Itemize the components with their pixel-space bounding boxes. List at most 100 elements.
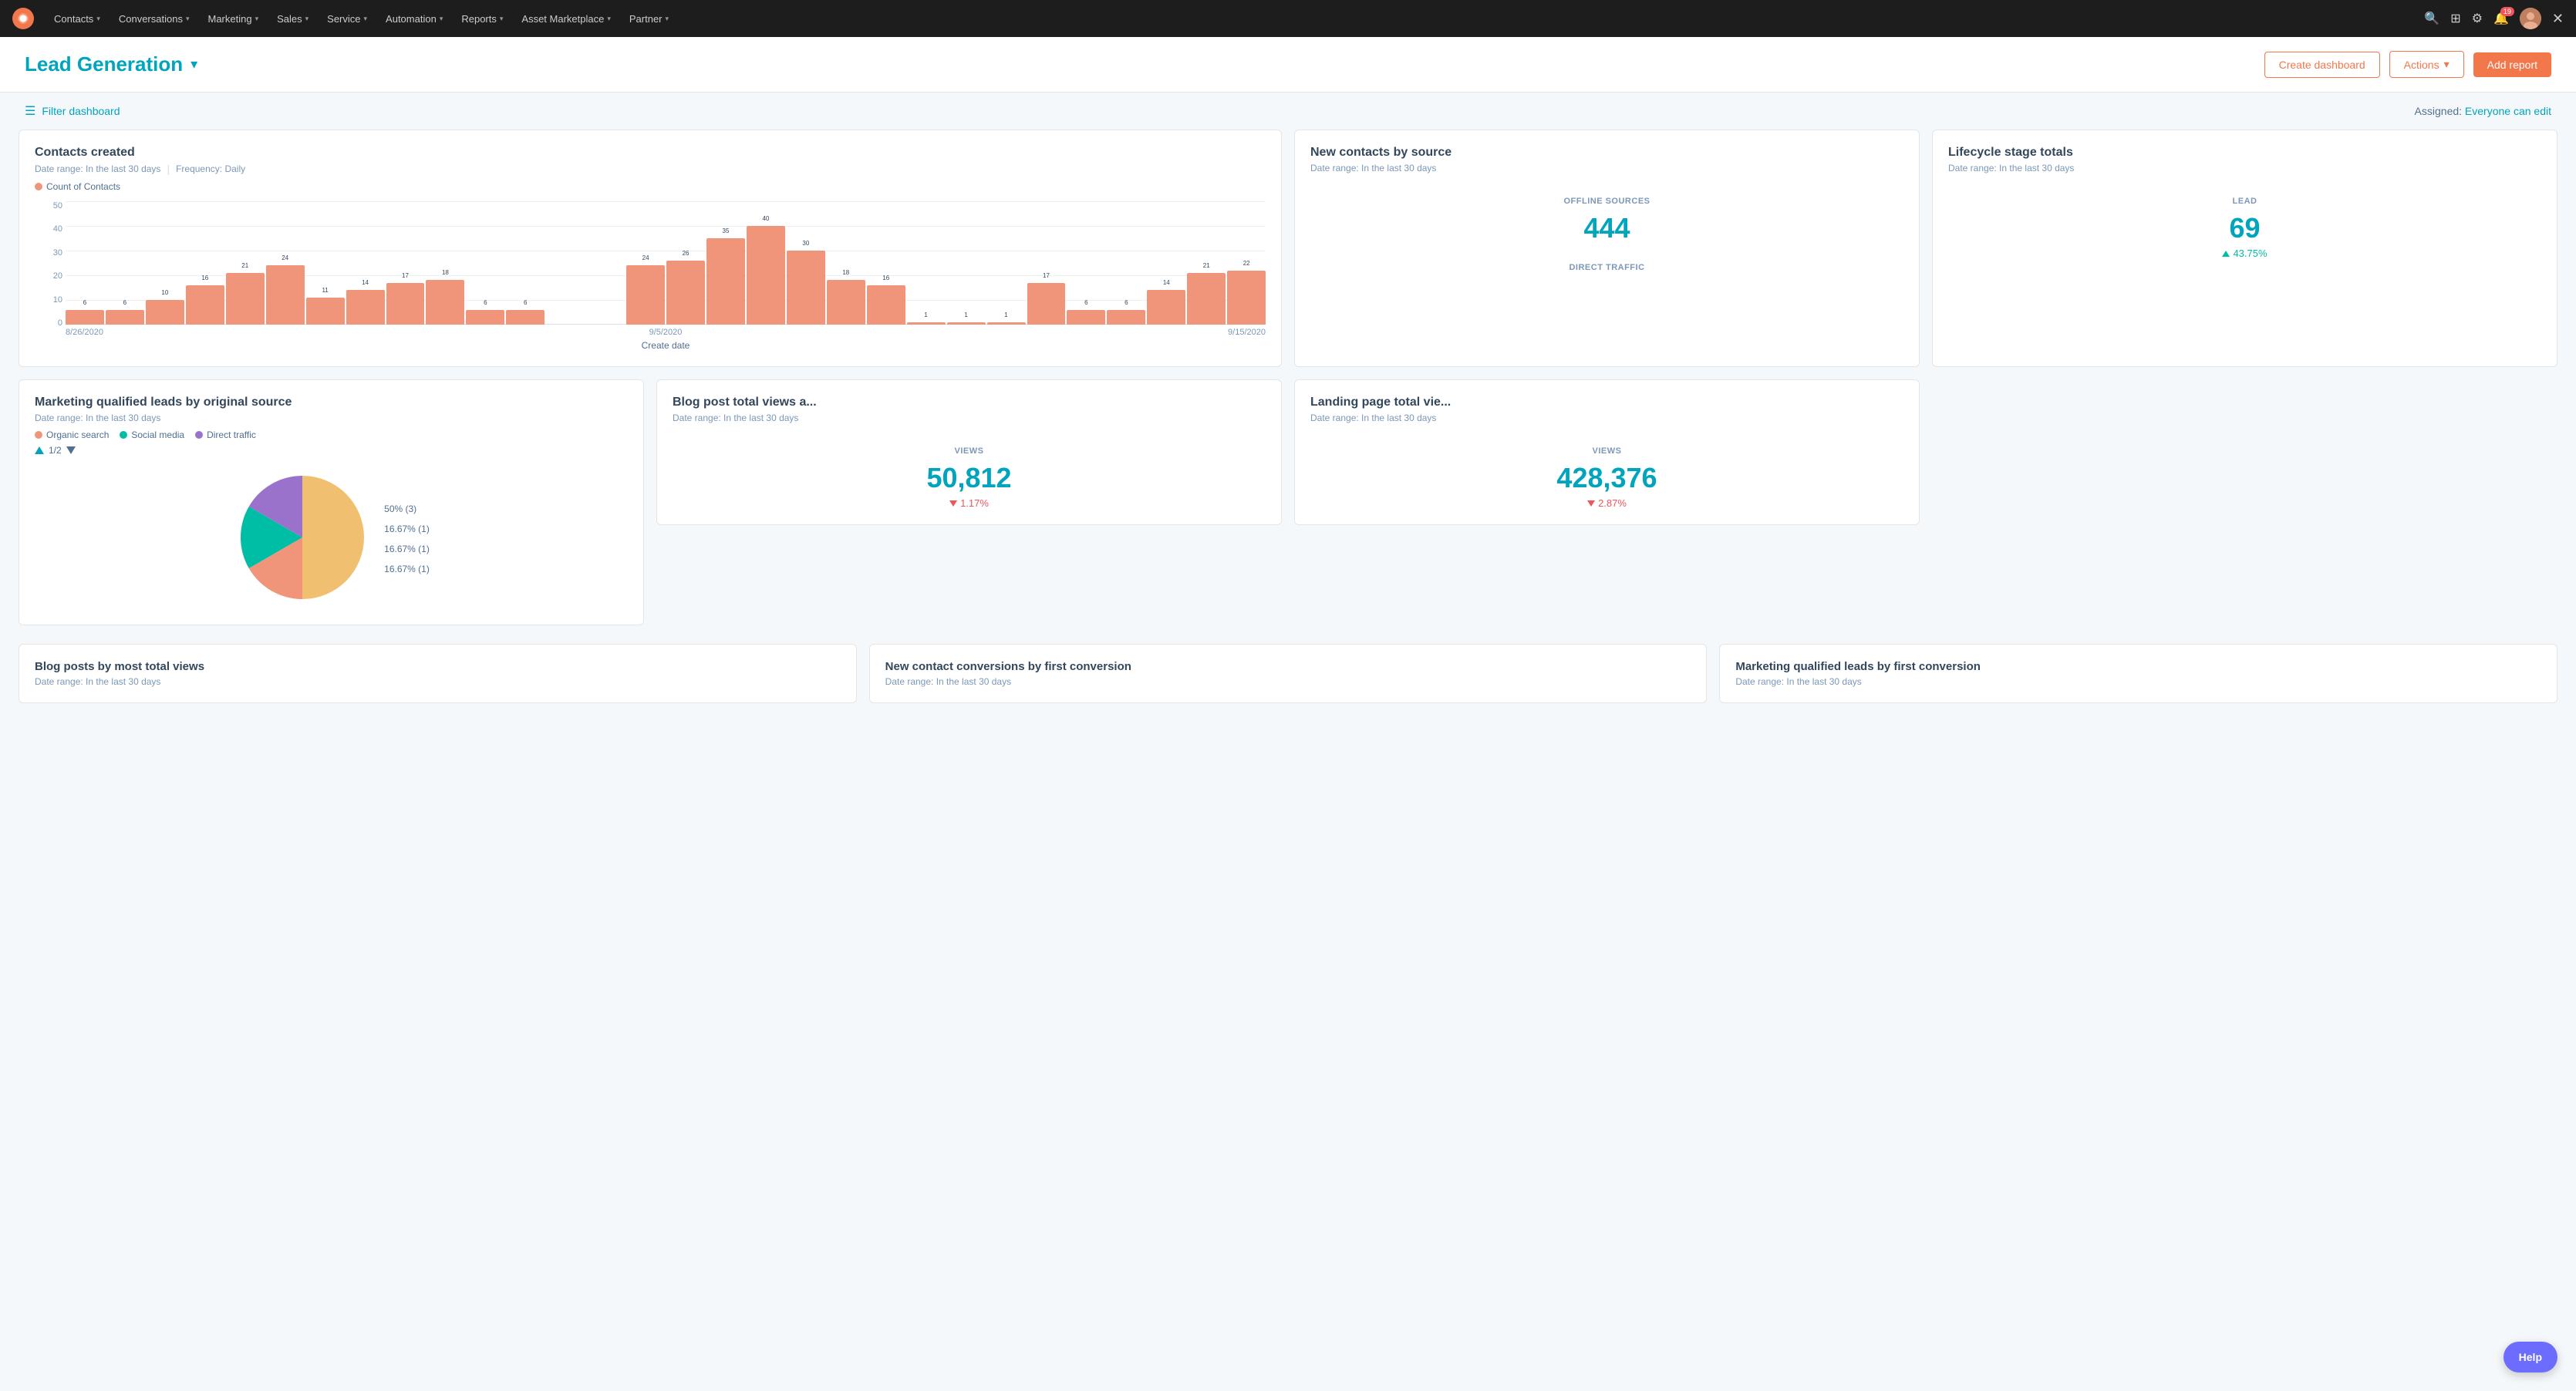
- direct-traffic-legend: Direct traffic: [195, 429, 256, 440]
- bar-19[interactable]: 18: [827, 280, 865, 325]
- page-header: Lead Generation ▾ Create dashboard Actio…: [0, 37, 2576, 93]
- landing-views-value: 428,376: [1310, 462, 1903, 494]
- nav-automation[interactable]: Automation▾: [378, 10, 450, 28]
- bar-27[interactable]: 14: [1147, 290, 1185, 325]
- bottom-row: Blog posts by most total views Date rang…: [0, 644, 2576, 722]
- bar-20[interactable]: 16: [867, 285, 905, 325]
- notification-badge: 19: [2500, 7, 2514, 16]
- offline-sources-value: 444: [1310, 212, 1903, 244]
- avatar[interactable]: [2520, 8, 2541, 29]
- settings-icon[interactable]: ⚙: [2472, 11, 2483, 26]
- nav-right-actions: 🔍 ⊞ ⚙ 🔔 19 ✕: [2424, 8, 2564, 29]
- pagination-next-icon[interactable]: [66, 446, 76, 454]
- bars-container: 6610162124111417186624263540301816111176…: [66, 201, 1266, 325]
- bar-10[interactable]: 6: [466, 310, 504, 325]
- offline-sources-label: OFFLINE SOURCES: [1310, 197, 1903, 206]
- lead-label: LEAD: [1948, 197, 2541, 206]
- bar-16[interactable]: 35: [706, 238, 745, 325]
- nav-marketing[interactable]: Marketing▾: [200, 10, 266, 28]
- x-axis-title: Create date: [66, 340, 1266, 351]
- lead-value: 69: [1948, 212, 2541, 244]
- pie-label-16-3: 16.67% (1): [384, 564, 430, 574]
- blog-views-subtitle: Date range: In the last 30 days: [673, 413, 1266, 423]
- direct-traffic-label: DIRECT TRAFFIC: [1310, 263, 1903, 272]
- bar-17[interactable]: 40: [747, 226, 785, 325]
- help-button[interactable]: Help: [2504, 1342, 2557, 1372]
- bar-21[interactable]: 1: [907, 322, 946, 325]
- bar-9[interactable]: 18: [426, 280, 464, 325]
- landing-views-subtitle: Date range: In the last 30 days: [1310, 413, 1903, 423]
- nav-sales[interactable]: Sales▾: [269, 10, 316, 28]
- bar-26[interactable]: 6: [1107, 310, 1145, 325]
- hubspot-logo[interactable]: [12, 8, 34, 29]
- pie-label-50: 50% (3): [384, 504, 430, 514]
- nav-contacts[interactable]: Contacts▾: [46, 10, 108, 28]
- mql-source-card: Marketing qualified leads by original so…: [19, 379, 644, 625]
- assigned-section: Assigned: Everyone can edit: [2415, 105, 2551, 117]
- new-contact-conversions-title: New contact conversions by first convers…: [885, 660, 1691, 673]
- pagination-prev-icon[interactable]: [35, 446, 44, 454]
- contacts-legend-dot: [35, 183, 42, 190]
- organic-search-legend: Organic search: [35, 429, 109, 440]
- bar-8[interactable]: 17: [386, 283, 425, 325]
- contacts-chart: 50 40 30 20 10 0 66101621241114171: [35, 201, 1266, 351]
- contacts-date-range: Date range: In the last 30 days: [35, 163, 160, 174]
- grid-icon[interactable]: ⊞: [2450, 11, 2460, 26]
- bar-23[interactable]: 1: [987, 322, 1026, 325]
- filter-bar: ☰ Filter dashboard Assigned: Everyone ca…: [0, 93, 2576, 130]
- blog-views-value: 50,812: [673, 462, 1266, 494]
- pie-label-16-2: 16.67% (1): [384, 544, 430, 554]
- blog-most-views-subtitle: Date range: In the last 30 days: [35, 676, 841, 687]
- bar-14[interactable]: 24: [626, 265, 665, 325]
- actions-button[interactable]: Actions ▾: [2389, 51, 2464, 78]
- bar-5[interactable]: 24: [266, 265, 305, 325]
- landing-views-change: 2.87%: [1310, 497, 1903, 509]
- bar-28[interactable]: 21: [1187, 273, 1226, 325]
- bar-22[interactable]: 1: [947, 322, 986, 325]
- landing-views-title: Landing page total vie...: [1310, 396, 1903, 409]
- bar-7[interactable]: 14: [346, 290, 385, 325]
- bar-6[interactable]: 11: [306, 298, 345, 325]
- close-icon[interactable]: ✕: [2552, 11, 2564, 27]
- nav-asset-marketplace[interactable]: Asset Marketplace▾: [514, 10, 618, 28]
- assigned-value[interactable]: Everyone can edit: [2465, 105, 2551, 117]
- blog-views-card: Blog post total views a... Date range: I…: [656, 379, 1282, 525]
- new-contacts-title: New contacts by source: [1310, 146, 1903, 160]
- nav-partner[interactable]: Partner▾: [622, 10, 676, 28]
- landing-views-card: Landing page total vie... Date range: In…: [1294, 379, 1920, 525]
- dashboard-dropdown-icon[interactable]: ▾: [191, 56, 197, 72]
- bar-1[interactable]: 6: [106, 310, 144, 325]
- bar-15[interactable]: 26: [666, 261, 705, 325]
- nav-service[interactable]: Service▾: [319, 10, 375, 28]
- header-actions: Create dashboard Actions ▾ Add report: [2264, 51, 2551, 78]
- blog-views-title: Blog post total views a...: [673, 396, 1266, 409]
- bar-3[interactable]: 16: [186, 285, 224, 325]
- notifications-icon[interactable]: 🔔 19: [2493, 11, 2509, 26]
- filter-dashboard-button[interactable]: ☰ Filter dashboard: [25, 103, 120, 119]
- lifecycle-subtitle: Date range: In the last 30 days: [1948, 163, 2541, 173]
- bar-chart-area: 6610162124111417186624263540301816111176…: [66, 201, 1266, 325]
- mql-first-conversion-title: Marketing qualified leads by first conve…: [1735, 660, 2541, 673]
- contacts-created-title: Contacts created: [35, 146, 1266, 160]
- create-dashboard-button[interactable]: Create dashboard: [2264, 52, 2380, 78]
- blog-views-label: VIEWS: [673, 446, 1266, 456]
- bar-2[interactable]: 10: [146, 300, 184, 325]
- search-icon[interactable]: 🔍: [2424, 11, 2439, 26]
- new-contacts-subtitle: Date range: In the last 30 days: [1310, 163, 1903, 173]
- lead-change: 43.75%: [1948, 248, 2541, 259]
- bar-11[interactable]: 6: [506, 310, 545, 325]
- bar-24[interactable]: 17: [1027, 283, 1066, 325]
- new-contact-conversions-subtitle: Date range: In the last 30 days: [885, 676, 1691, 687]
- bar-4[interactable]: 21: [226, 273, 265, 325]
- bar-0[interactable]: 6: [66, 310, 104, 325]
- filter-icon: ☰: [25, 103, 35, 119]
- nav-conversations[interactable]: Conversations▾: [111, 10, 197, 28]
- new-contact-conversions-card: New contact conversions by first convers…: [869, 644, 1708, 703]
- landing-down-arrow: [1587, 500, 1595, 507]
- bar-18[interactable]: 30: [787, 251, 825, 325]
- mql-first-conversion-card: Marketing qualified leads by first conve…: [1719, 644, 2557, 703]
- add-report-button[interactable]: Add report: [2473, 52, 2551, 77]
- bar-25[interactable]: 6: [1067, 310, 1105, 325]
- nav-reports[interactable]: Reports▾: [453, 10, 511, 28]
- bar-29[interactable]: 22: [1227, 271, 1266, 325]
